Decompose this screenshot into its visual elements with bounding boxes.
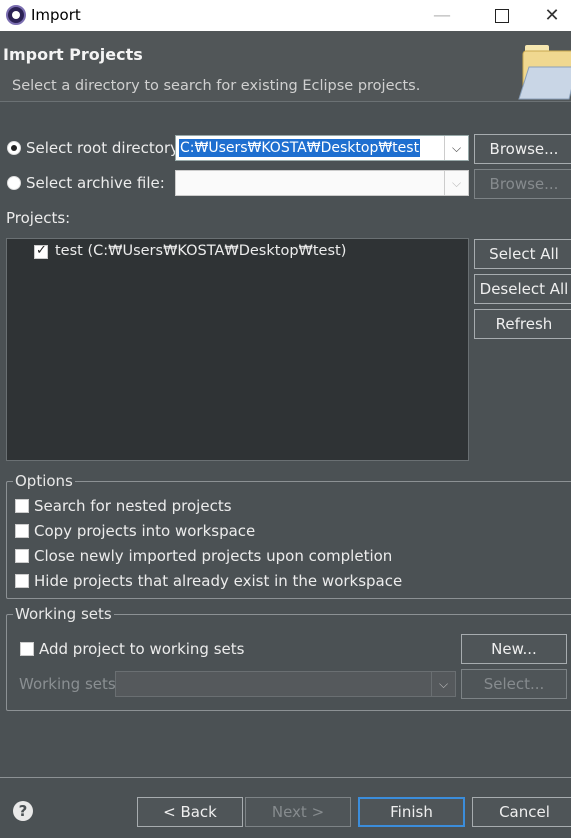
page-description: Select a directory to search for existin… [12, 78, 421, 94]
page-title: Import Projects [3, 45, 143, 64]
eclipse-icon [6, 5, 26, 25]
folder-icon [518, 45, 571, 100]
copy-projects-checkbox[interactable] [15, 524, 29, 538]
archive-file-label: Select archive file: [26, 174, 165, 192]
project-checkbox[interactable] [34, 243, 48, 259]
projects-label: Projects: [6, 209, 71, 227]
root-directory-label: Select root directory: [26, 139, 183, 157]
root-directory-value[interactable]: C:₩Users₩KOSTA₩Desktop₩test [179, 139, 421, 157]
add-to-working-sets-checkbox[interactable] [20, 642, 34, 656]
working-sets-combo[interactable]: ⌵ [115, 671, 456, 697]
project-label: test (C:₩Users₩KOSTA₩Desktop₩test) [55, 243, 347, 259]
nested-projects-checkbox[interactable] [15, 499, 29, 513]
new-working-set-button[interactable]: New... [461, 634, 567, 664]
cancel-button[interactable]: Cancel [472, 797, 571, 827]
window-title: Import [31, 6, 81, 24]
refresh-button[interactable]: Refresh [474, 309, 571, 339]
options-title: Options [13, 472, 75, 490]
close-button[interactable]: ✕ [533, 0, 571, 31]
help-icon[interactable]: ? [13, 801, 33, 821]
archive-file-combo[interactable]: ⌵ [175, 170, 469, 196]
wizard-header: Import Projects Select a directory to se… [0, 31, 571, 101]
hide-projects-label: Hide projects that already exist in the … [34, 572, 403, 590]
finish-button[interactable]: Finish [358, 797, 465, 827]
chevron-down-icon[interactable]: ⌵ [444, 171, 468, 195]
back-button[interactable]: < Back [137, 797, 243, 827]
root-directory-radio[interactable] [7, 141, 21, 155]
maximize-button[interactable] [474, 0, 530, 31]
chevron-down-icon[interactable]: ⌵ [444, 136, 468, 160]
maximize-icon [495, 8, 509, 23]
list-item[interactable]: test (C:₩Users₩KOSTA₩Desktop₩test) [34, 243, 454, 263]
minimize-button[interactable]: — [414, 0, 470, 31]
working-sets-label: Working sets: [19, 675, 121, 693]
root-directory-combo[interactable]: C:₩Users₩KOSTA₩Desktop₩test ⌵ [175, 135, 469, 161]
projects-list[interactable]: test (C:₩Users₩KOSTA₩Desktop₩test) [6, 238, 469, 461]
select-working-set-button[interactable]: Select... [461, 669, 567, 699]
copy-projects-label: Copy projects into workspace [34, 522, 256, 540]
chevron-down-icon[interactable]: ⌵ [431, 672, 455, 696]
close-projects-checkbox[interactable] [15, 549, 29, 563]
deselect-all-button[interactable]: Deselect All [474, 274, 571, 304]
title-bar: Import — ✕ [0, 0, 571, 31]
next-button[interactable]: Next > [245, 797, 351, 827]
close-projects-label: Close newly imported projects upon compl… [34, 547, 393, 565]
nested-projects-label: Search for nested projects [34, 497, 232, 515]
add-to-working-sets-label: Add project to working sets [39, 640, 245, 658]
archive-file-radio[interactable] [7, 176, 21, 190]
select-all-button[interactable]: Select All [474, 239, 571, 269]
header-separator [0, 101, 571, 102]
browse-directory-button[interactable]: Browse... [474, 134, 571, 164]
footer-separator [0, 777, 571, 778]
browse-archive-button[interactable]: Browse... [474, 169, 571, 199]
working-sets-title: Working sets [13, 605, 114, 623]
hide-projects-checkbox[interactable] [15, 574, 29, 588]
